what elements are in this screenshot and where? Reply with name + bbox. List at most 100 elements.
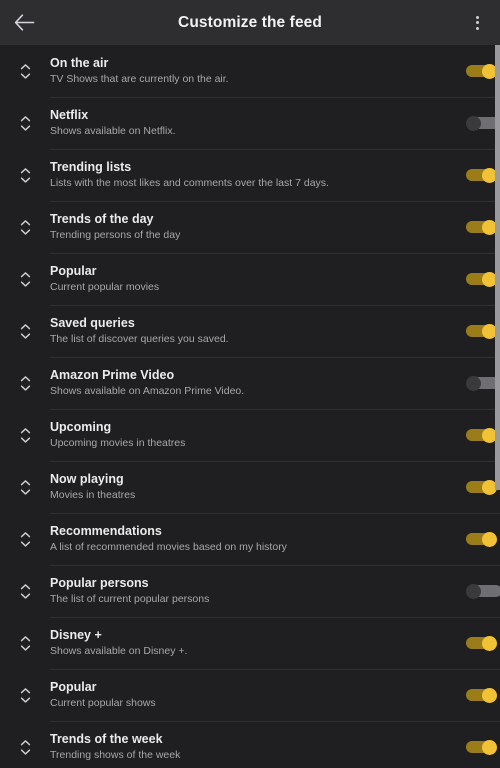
reorder-handle-icon bbox=[20, 271, 31, 288]
feed-section-text: Popular persons The list of current popul… bbox=[50, 576, 466, 606]
feed-section-title: Popular persons bbox=[50, 576, 149, 590]
feed-section-subtitle: The list of discover queries you saved. bbox=[50, 333, 229, 345]
reorder-handle-icon bbox=[20, 479, 31, 496]
toggle-thumb bbox=[466, 376, 481, 391]
feed-section-subtitle: Trending shows of the week bbox=[50, 749, 181, 761]
reorder-handle-icon bbox=[20, 635, 31, 652]
feed-section-subtitle: TV Shows that are currently on the air. bbox=[50, 73, 229, 85]
overflow-menu-button[interactable] bbox=[454, 0, 500, 45]
feed-section-text: Saved queries The list of discover querie… bbox=[50, 316, 466, 346]
feed-section-subtitle: Current popular shows bbox=[50, 697, 156, 709]
feed-section-text: Amazon Prime Video Shows available on Ama… bbox=[50, 368, 466, 398]
feed-section-title: Popular bbox=[50, 264, 97, 278]
reorder-handle[interactable] bbox=[0, 357, 50, 409]
reorder-handle[interactable] bbox=[0, 617, 50, 669]
reorder-handle-icon bbox=[20, 739, 31, 756]
reorder-handle[interactable] bbox=[0, 305, 50, 357]
feed-section-text: Netflix Shows available on Netflix. bbox=[50, 108, 466, 138]
toggle-switch-on-icon bbox=[466, 688, 500, 703]
reorder-handle[interactable] bbox=[0, 409, 50, 461]
page-title: Customize the feed bbox=[178, 13, 322, 31]
toggle-thumb bbox=[482, 636, 497, 651]
feed-section-subtitle: Upcoming movies in theatres bbox=[50, 437, 186, 449]
feed-section-subtitle: Lists with the most likes and comments o… bbox=[50, 177, 329, 189]
feed-section-toggle[interactable] bbox=[466, 513, 500, 565]
arrow-left-icon bbox=[14, 14, 35, 31]
feed-section-toggle[interactable] bbox=[466, 565, 500, 617]
feed-section-text: Trends of the week Trending shows of the … bbox=[50, 732, 466, 762]
feed-section-subtitle: Movies in theatres bbox=[50, 489, 136, 501]
toggle-switch-off-icon bbox=[466, 584, 500, 599]
feed-section-text: Popular Current popular movies bbox=[50, 264, 466, 294]
feed-section-text: Recommendations A list of recommended mov… bbox=[50, 524, 466, 554]
toggle-thumb bbox=[466, 584, 481, 599]
feed-section-title: Trends of the day bbox=[50, 212, 154, 226]
feed-section-row[interactable]: Saved queries The list of discover querie… bbox=[0, 305, 500, 357]
feed-section-toggle[interactable] bbox=[466, 721, 500, 768]
reorder-handle[interactable] bbox=[0, 513, 50, 565]
toggle-thumb bbox=[482, 532, 497, 547]
feed-sections-list[interactable]: On the air TV Shows that are currently on… bbox=[0, 45, 500, 768]
feed-section-row[interactable]: Recommendations A list of recommended mov… bbox=[0, 513, 500, 565]
feed-section-subtitle: A list of recommended movies based on my… bbox=[50, 541, 287, 553]
reorder-handle-icon bbox=[20, 531, 31, 548]
toggle-thumb bbox=[466, 116, 481, 131]
feed-section-title: Amazon Prime Video bbox=[50, 368, 175, 382]
feed-section-title: Popular bbox=[50, 680, 97, 694]
feed-section-row[interactable]: Popular persons The list of current popul… bbox=[0, 565, 500, 617]
feed-section-row[interactable]: Now playing Movies in theatres bbox=[0, 461, 500, 513]
reorder-handle-icon bbox=[20, 687, 31, 704]
overflow-menu-icon-dot bbox=[475, 15, 479, 19]
feed-section-row[interactable]: Popular Current popular shows bbox=[0, 669, 500, 721]
feed-section-row[interactable]: Trending lists Lists with the most likes … bbox=[0, 149, 500, 201]
reorder-handle-icon bbox=[20, 115, 31, 132]
feed-section-row[interactable]: Netflix Shows available on Netflix. bbox=[0, 97, 500, 149]
feed-section-row[interactable]: Disney + Shows available on Disney +. bbox=[0, 617, 500, 669]
reorder-handle[interactable] bbox=[0, 149, 50, 201]
feed-section-subtitle: The list of current popular persons bbox=[50, 593, 210, 605]
feed-section-text: Popular Current popular shows bbox=[50, 680, 466, 710]
feed-section-title: Trends of the week bbox=[50, 732, 163, 746]
reorder-handle-icon bbox=[20, 63, 31, 80]
feed-section-title: Upcoming bbox=[50, 420, 112, 434]
feed-section-text: Disney + Shows available on Disney +. bbox=[50, 628, 466, 658]
toggle-thumb bbox=[482, 740, 497, 755]
app-bar: Customize the feed bbox=[0, 0, 500, 45]
reorder-handle[interactable] bbox=[0, 201, 50, 253]
reorder-handle[interactable] bbox=[0, 461, 50, 513]
reorder-handle[interactable] bbox=[0, 565, 50, 617]
reorder-handle[interactable] bbox=[0, 45, 50, 97]
feed-section-row[interactable]: Popular Current popular movies bbox=[0, 253, 500, 305]
feed-section-title: Netflix bbox=[50, 108, 89, 122]
feed-section-subtitle: Current popular movies bbox=[50, 281, 160, 293]
reorder-handle[interactable] bbox=[0, 721, 50, 768]
feed-section-row[interactable]: Trends of the week Trending shows of the … bbox=[0, 721, 500, 768]
reorder-handle-icon bbox=[20, 219, 31, 236]
feed-section-row[interactable]: On the air TV Shows that are currently on… bbox=[0, 45, 500, 97]
feed-section-subtitle: Shows available on Amazon Prime Video. bbox=[50, 385, 245, 397]
overflow-menu-icon-dot bbox=[475, 26, 479, 30]
toggle-switch-on-icon bbox=[466, 740, 500, 755]
feed-section-row[interactable]: Amazon Prime Video Shows available on Ama… bbox=[0, 357, 500, 409]
feed-section-row[interactable]: Upcoming Upcoming movies in theatres bbox=[0, 409, 500, 461]
feed-section-title: On the air bbox=[50, 56, 109, 70]
feed-section-text: Trends of the day Trending persons of the… bbox=[50, 212, 466, 242]
customize-feed-screen: Customize the feed On the air TV Shows th… bbox=[0, 0, 500, 768]
toggle-thumb bbox=[482, 688, 497, 703]
reorder-handle-icon bbox=[20, 323, 31, 340]
toggle-switch-on-icon bbox=[466, 636, 500, 651]
feed-section-text: Trending lists Lists with the most likes … bbox=[50, 160, 466, 190]
feed-section-row[interactable]: Trends of the day Trending persons of the… bbox=[0, 201, 500, 253]
feed-section-toggle[interactable] bbox=[466, 617, 500, 669]
reorder-handle-icon bbox=[20, 375, 31, 392]
feed-section-title: Recommendations bbox=[50, 524, 162, 538]
feed-section-toggle[interactable] bbox=[466, 669, 500, 721]
toggle-switch-on-icon bbox=[466, 532, 500, 547]
reorder-handle[interactable] bbox=[0, 253, 50, 305]
reorder-handle-icon bbox=[20, 583, 31, 600]
reorder-handle[interactable] bbox=[0, 97, 50, 149]
reorder-handle[interactable] bbox=[0, 669, 50, 721]
vertical-scrollbar[interactable] bbox=[495, 45, 500, 490]
back-button[interactable] bbox=[0, 0, 48, 45]
feed-section-title: Saved queries bbox=[50, 316, 135, 330]
